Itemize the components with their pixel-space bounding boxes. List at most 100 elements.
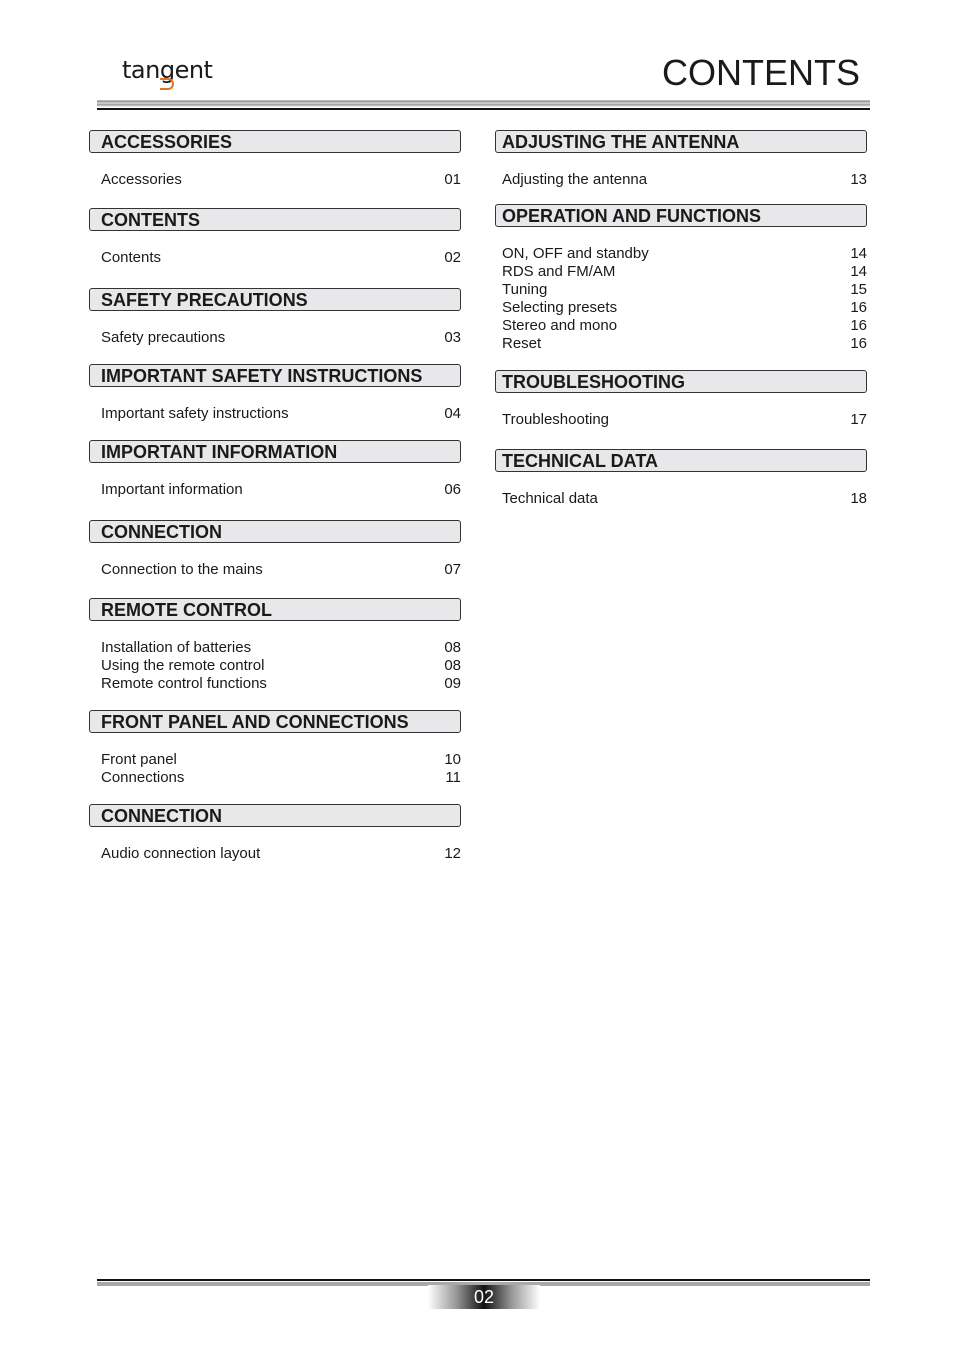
toc-left-column: ACCESSORIES Accessories 01 CONTENTS Contents… — [89, 130, 461, 880]
toc-section: IMPORTANT INFORMATION Important informati… — [89, 440, 461, 499]
section-items: Connection to the mains 07 — [89, 543, 461, 579]
toc-entry[interactable]: Contents 02 — [101, 249, 461, 267]
entry-page-number: 13 — [850, 171, 867, 188]
toc-entry[interactable]: Important information 06 — [101, 481, 461, 499]
entry-page-number: 16 — [850, 299, 867, 316]
toc-entry[interactable]: Remote control functions 09 — [101, 675, 461, 693]
section-heading: IMPORTANT SAFETY INSTRUCTIONS — [89, 364, 461, 387]
section-items: Audio connection layout 12 — [89, 827, 461, 863]
toc-entry[interactable]: Front panel 10 — [101, 751, 461, 769]
toc-section: SAFETY PRECAUTIONS Safety precautions 03 — [89, 288, 461, 347]
section-heading: CONNECTION — [89, 804, 461, 827]
section-items: Safety precautions 03 — [89, 311, 461, 347]
page-title: CONTENTS — [662, 52, 860, 93]
entry-label: Selecting presets — [502, 299, 618, 316]
section-items: Accessories 01 — [89, 153, 461, 189]
entry-label: Stereo and mono — [502, 317, 618, 334]
toc-entry[interactable]: Troubleshooting 17 — [502, 411, 867, 429]
entry-label: ON, OFF and standby — [502, 245, 649, 262]
entry-label: Technical data — [502, 490, 598, 507]
toc-entry[interactable]: Important safety instructions 04 — [101, 405, 461, 423]
entry-page-number: 08 — [444, 657, 461, 674]
entry-page-number: 18 — [850, 490, 867, 507]
entry-page-number: 02 — [444, 249, 461, 266]
section-heading: OPERATION AND FUNCTIONS — [495, 204, 867, 227]
entry-label: Connections — [101, 769, 185, 786]
toc-entry[interactable]: RDS and FM/AM 14 — [502, 263, 867, 281]
entry-page-number: 04 — [444, 405, 461, 422]
brand-logo: tangent — [122, 56, 213, 90]
entry-page-number: 06 — [444, 481, 461, 498]
entry-label: Tuning — [502, 281, 548, 298]
toc-section: ACCESSORIES Accessories 01 — [89, 130, 461, 189]
toc-entry[interactable]: Using the remote control 08 — [101, 657, 461, 675]
entry-label: Contents — [101, 249, 162, 266]
section-heading: TROUBLESHOOTING — [495, 370, 867, 393]
section-heading: ACCESSORIES — [89, 130, 461, 153]
toc-entry[interactable]: Reset 16 — [502, 335, 867, 353]
toc-entry[interactable]: Technical data 18 — [502, 490, 867, 508]
entry-label: Important safety instructions — [101, 405, 289, 422]
toc-section: REMOTE CONTROL Installation of batteries 0… — [89, 598, 461, 693]
section-items: ON, OFF and standby 14 RDS and FM/AM 14 Tuni… — [495, 227, 867, 353]
section-heading: FRONT PANEL AND CONNECTIONS — [89, 710, 461, 733]
toc-entry[interactable]: Stereo and mono 16 — [502, 317, 867, 335]
toc-section: TROUBLESHOOTING Troubleshooting 17 — [495, 370, 867, 429]
toc-entry[interactable]: Connections 11 — [101, 769, 461, 787]
entry-label: Accessories — [101, 171, 182, 188]
header-divider — [97, 100, 870, 110]
entry-label: Using the remote control — [101, 657, 265, 674]
toc-section: CONNECTION Audio connection layout 12 — [89, 804, 461, 863]
entry-page-number: 16 — [850, 335, 867, 352]
toc-right-column: ADJUSTING THE ANTENNA Adjusting the anten… — [495, 130, 867, 525]
entry-label: Important information — [101, 481, 243, 498]
toc-entry[interactable]: Selecting presets 16 — [502, 299, 867, 317]
toc-entry[interactable]: Adjusting the antenna 13 — [502, 171, 867, 189]
section-heading: TECHNICAL DATA — [495, 449, 867, 472]
toc-entry[interactable]: Accessories 01 — [101, 171, 461, 189]
toc-entry[interactable]: Audio connection layout 12 — [101, 845, 461, 863]
section-items: Front panel 10 Connections 11 — [89, 733, 461, 787]
entry-label: Front panel — [101, 751, 177, 768]
entry-label: Installation of batteries — [101, 639, 252, 656]
section-heading: CONTENTS — [89, 208, 461, 231]
page-number: 02 — [428, 1285, 540, 1309]
entry-page-number: 08 — [444, 639, 461, 656]
entry-label: Troubleshooting — [502, 411, 610, 428]
section-items: Contents 02 — [89, 231, 461, 267]
logo-swoosh-icon — [160, 78, 174, 90]
entry-page-number: 09 — [444, 675, 461, 692]
entry-label: Connection to the mains — [101, 561, 263, 578]
entry-label: Adjusting the antenna — [502, 171, 648, 188]
entry-page-number: 16 — [850, 317, 867, 334]
toc-section: FRONT PANEL AND CONNECTIONS Front panel 10… — [89, 710, 461, 787]
section-heading: CONNECTION — [89, 520, 461, 543]
entry-label: Safety precautions — [101, 329, 226, 346]
toc-section: OPERATION AND FUNCTIONS ON, OFF and stand… — [495, 204, 867, 353]
entry-label: Reset — [502, 335, 542, 352]
toc-entry[interactable]: ON, OFF and standby 14 — [502, 245, 867, 263]
toc-section: CONTENTS Contents 02 — [89, 208, 461, 267]
entry-page-number: 17 — [850, 411, 867, 428]
entry-page-number: 12 — [444, 845, 461, 862]
section-heading: REMOTE CONTROL — [89, 598, 461, 621]
section-heading: IMPORTANT INFORMATION — [89, 440, 461, 463]
entry-page-number: 11 — [445, 769, 461, 786]
toc-entry[interactable]: Tuning 15 — [502, 281, 867, 299]
entry-page-number: 03 — [444, 329, 461, 346]
section-items: Installation of batteries 08 Using the rem… — [89, 621, 461, 693]
toc-section: IMPORTANT SAFETY INSTRUCTIONS Important s… — [89, 364, 461, 423]
entry-page-number: 01 — [444, 171, 461, 188]
section-heading: ADJUSTING THE ANTENNA — [495, 130, 867, 153]
section-items: Adjusting the antenna 13 — [495, 153, 867, 189]
toc-section: CONNECTION Connection to the mains 07 — [89, 520, 461, 579]
section-heading: SAFETY PRECAUTIONS — [89, 288, 461, 311]
toc-entry[interactable]: Installation of batteries 08 — [101, 639, 461, 657]
entry-page-number: 07 — [444, 561, 461, 578]
entry-page-number: 10 — [444, 751, 461, 768]
toc-entry[interactable]: Safety precautions 03 — [101, 329, 461, 347]
toc-section: TECHNICAL DATA Technical data 18 — [495, 449, 867, 508]
section-items: Technical data 18 — [495, 472, 867, 508]
entry-page-number: 14 — [850, 245, 867, 262]
toc-entry[interactable]: Connection to the mains 07 — [101, 561, 461, 579]
